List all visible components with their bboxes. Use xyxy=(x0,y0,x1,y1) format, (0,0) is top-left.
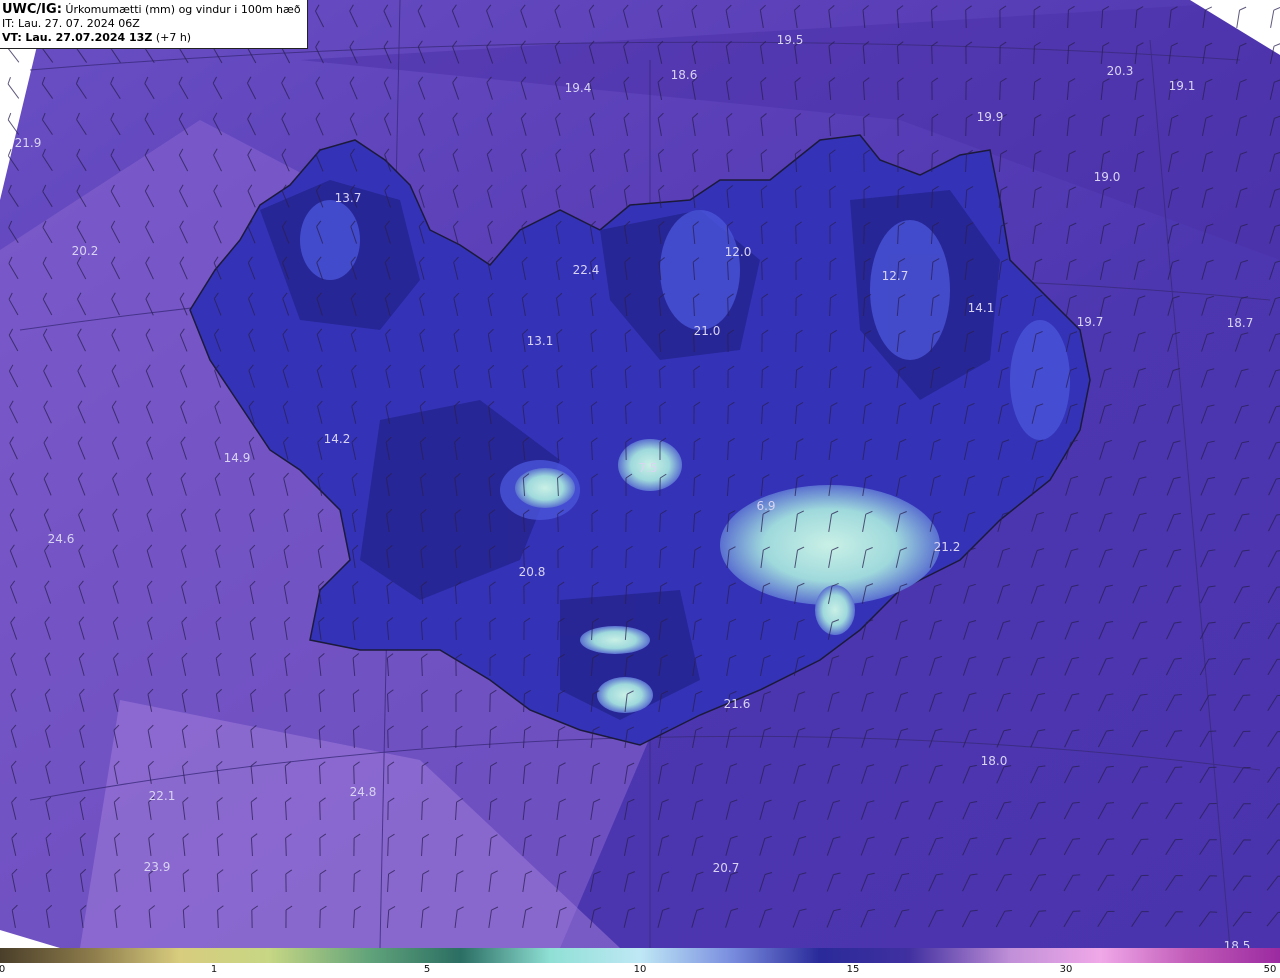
value-label: 19.4 xyxy=(565,81,592,95)
value-label: 13.1 xyxy=(527,334,554,348)
valid-prefix: VT: xyxy=(2,31,22,44)
value-label: 6.9 xyxy=(756,499,775,513)
colorbar-tick: 10 xyxy=(633,964,647,975)
map-description: Úrkomumætti (mm) og vindur i 100m hæð xyxy=(65,3,301,16)
value-label: 18.7 xyxy=(1227,316,1254,330)
colorbar-tick: 50 xyxy=(1263,964,1277,975)
value-label: 20.2 xyxy=(72,244,99,258)
value-label: 18.6 xyxy=(671,68,698,82)
value-label: 22.1 xyxy=(149,789,176,803)
value-label: 21.0 xyxy=(694,324,721,338)
value-label: 20.7 xyxy=(713,861,740,875)
colorbar-tick: 30 xyxy=(1059,964,1073,975)
value-label: 20.3 xyxy=(1107,64,1134,78)
value-label: 21.9 xyxy=(15,136,42,150)
value-label: 23.9 xyxy=(144,860,171,874)
valid-time: Lau. 27.07.2024 13Z xyxy=(25,31,153,44)
value-label: 24.8 xyxy=(350,785,377,799)
value-label: 14.9 xyxy=(224,451,251,465)
model-name: UWC/IG: xyxy=(2,2,62,17)
value-label: 13.7 xyxy=(335,191,362,205)
value-label: 24.6 xyxy=(48,532,75,546)
value-label: 20.8 xyxy=(519,565,546,579)
value-label: 21.6 xyxy=(724,697,751,711)
value-label: 21.2 xyxy=(934,540,961,554)
lead-time: (+7 h) xyxy=(155,31,192,44)
value-label: 19.1 xyxy=(1169,79,1196,93)
colorbar-tick: 5 xyxy=(423,964,431,975)
map-legend: UWC/IG: Úrkomumætti (mm) og vindur i 100… xyxy=(0,0,308,49)
colorbar: 0 1 5 10 15 30 50 xyxy=(0,948,1280,978)
value-label: 12.7 xyxy=(882,269,909,283)
colorbar-tick: 0 xyxy=(0,964,6,975)
value-label: 19.7 xyxy=(1077,315,1104,329)
weather-map[interactable]: 19.5 18.6 19.4 20.3 19.1 19.9 21.9 19.0 13.7 20.2… xyxy=(0,0,1280,948)
value-label: 12.0 xyxy=(725,245,752,259)
value-label: 19.9 xyxy=(977,110,1004,124)
value-label: 19.0 xyxy=(1094,170,1121,184)
value-label: 18.5 xyxy=(1224,939,1251,948)
value-label: 19.5 xyxy=(777,33,804,47)
value-label: 18.0 xyxy=(981,754,1008,768)
initial-time: IT: Lau. 27. 07. 2024 06Z xyxy=(2,17,140,30)
colorbar-tick: 15 xyxy=(846,964,860,975)
value-label: 22.4 xyxy=(573,263,600,277)
colorbar-tick: 1 xyxy=(210,964,218,975)
colorbar-strip xyxy=(0,948,1280,963)
value-label: 7.5 xyxy=(638,461,657,475)
value-label: 14.1 xyxy=(968,301,995,315)
value-label: 14.2 xyxy=(324,432,351,446)
